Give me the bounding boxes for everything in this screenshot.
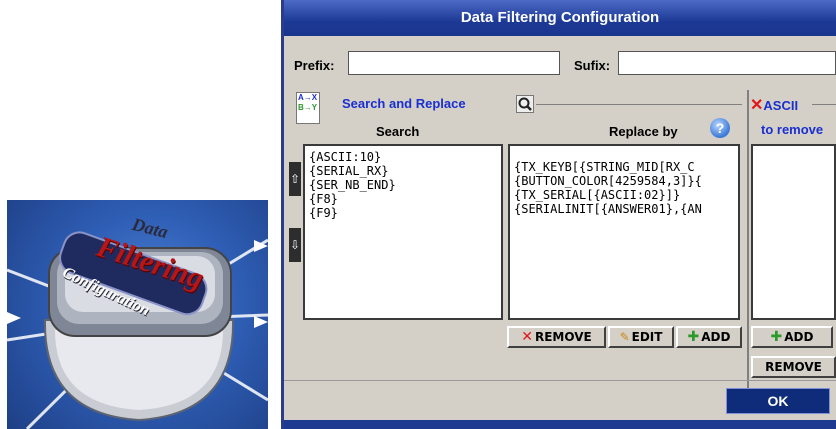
prefix-label: Prefix:: [294, 58, 335, 73]
add-label: ADD: [784, 330, 814, 344]
ascii-list[interactable]: [751, 144, 836, 320]
group-divider: [812, 104, 836, 105]
close-icon: ✕: [750, 97, 764, 114]
list-item[interactable]: {F8}: [309, 192, 497, 206]
remove-ascii-button[interactable]: REMOVE: [751, 356, 836, 378]
pencil-icon: ✎: [619, 330, 630, 344]
edit-replace-button[interactable]: ✎ EDIT: [608, 326, 674, 348]
list-item[interactable]: {SER_NB_END}: [309, 178, 497, 192]
group-divider: [536, 104, 742, 105]
prefix-input[interactable]: [348, 51, 560, 75]
data-filtering-dialog: Data Filtering Configuration Prefix: Suf…: [281, 0, 836, 429]
move-down-arrow-icon[interactable]: ⇩: [289, 228, 301, 262]
list-item[interactable]: {ASCII:10}: [309, 150, 497, 164]
list-item[interactable]: {BUTTON_COLOR[4259584,3]}{: [514, 174, 734, 188]
search-column-header: Search: [376, 124, 420, 139]
sufix-input[interactable]: [618, 51, 836, 75]
search-replace-icon: A→X B→Y: [296, 92, 320, 124]
ok-button[interactable]: OK: [726, 388, 830, 414]
close-icon: ✕: [521, 329, 533, 345]
ascii-title: ✕ASCII: [750, 97, 799, 114]
replace-column-header: Replace by: [609, 124, 678, 139]
dialog-title: Data Filtering Configuration: [284, 0, 836, 36]
move-up-arrow-icon[interactable]: ⇧: [289, 162, 301, 196]
plus-icon: ✚: [687, 329, 700, 345]
add-replace-button[interactable]: ✚ ADD: [676, 326, 742, 348]
add-label: ADD: [701, 330, 731, 344]
magnifier-icon[interactable]: [516, 95, 534, 113]
plus-icon: ✚: [770, 329, 783, 345]
list-item[interactable]: {F9}: [309, 206, 497, 220]
search-list[interactable]: {ASCII:10} {SERIAL_RX} {SER_NB_END} {F8}…: [303, 144, 503, 320]
sufix-label: Sufix:: [574, 58, 611, 73]
data-filtering-logo: Data Filtering Configuration: [7, 200, 268, 429]
edit-label: EDIT: [631, 330, 663, 344]
ascii-subtitle: to remove: [761, 122, 824, 137]
help-icon[interactable]: ?: [710, 118, 730, 138]
list-item[interactable]: {SERIALINIT[{ANSWER01},{AN: [514, 202, 734, 216]
remove-label: REMOVE: [534, 330, 592, 344]
list-item[interactable]: {TX_SERIAL[{ASCII:02}]}: [514, 188, 734, 202]
list-item[interactable]: {TX_KEYB[{STRING_MID[RX_C: [514, 160, 734, 174]
remove-label: REMOVE: [765, 360, 822, 374]
footer-divider: [284, 380, 836, 381]
taskbar-strip: [284, 420, 836, 429]
search-replace-title: Search and Replace: [342, 96, 466, 111]
column-divider: [747, 90, 749, 406]
list-item[interactable]: {SERIAL_RX}: [309, 164, 497, 178]
add-ascii-button[interactable]: ✚ ADD: [751, 326, 833, 348]
remove-replace-button[interactable]: ✕ REMOVE: [507, 326, 606, 348]
replace-list[interactable]: {TX_KEYB[{STRING_MID[RX_C {BUTTON_COLOR[…: [508, 144, 740, 320]
